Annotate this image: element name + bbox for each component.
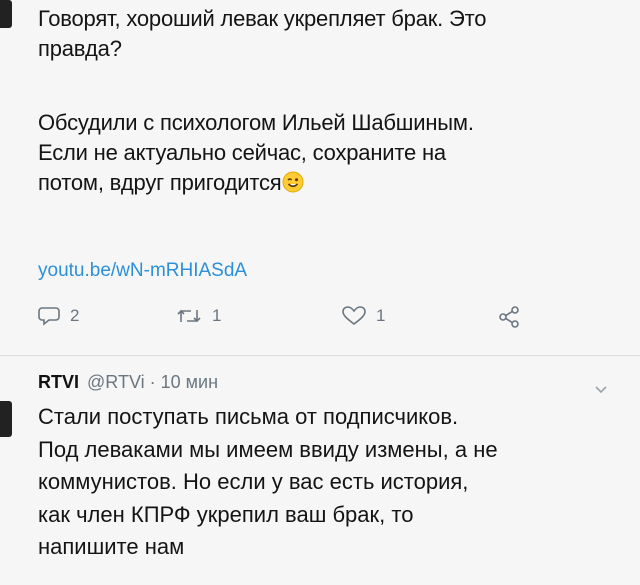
reply-avatar[interactable] — [0, 401, 12, 437]
tweet-line: правда? — [38, 36, 122, 61]
divider — [0, 355, 640, 356]
chevron-down-icon[interactable] — [594, 382, 608, 400]
tweet-line: Говорят, хороший левак укрепляет брак. Э… — [38, 6, 487, 31]
tweet-text: Говорят, хороший левак укрепляет брак. Э… — [38, 4, 486, 64]
reply-count: 2 — [70, 306, 80, 325]
reply-line: напишите нам — [38, 534, 185, 559]
retweet-icon — [176, 306, 202, 326]
reply-tweet-header: RTVI @RTVi · 10 мин — [38, 372, 218, 393]
author-name[interactable]: RTVI — [38, 372, 79, 393]
tweet-line: потом, вдруг пригодится — [38, 168, 474, 201]
like-count: 1 — [376, 306, 386, 325]
tweet-actions: 2 1 1 — [38, 306, 598, 336]
reply-line: как член КПРФ укрепил ваш брак, то — [38, 501, 414, 527]
heart-icon — [342, 306, 366, 326]
wink-emoji-icon — [282, 171, 304, 201]
retweet-button[interactable]: 1 — [176, 306, 221, 326]
tweet-line: Обсудили с психологом Ильей Шабшиным. — [38, 110, 474, 135]
reply-tweet-text: Стали поступать письма от подписчиков. П… — [38, 401, 633, 564]
video-link[interactable]: youtu.be/wN-mRHIASdA — [38, 260, 247, 282]
tweet-text-body: Обсудили с психологом Ильей Шабшиным. Ес… — [38, 108, 474, 201]
retweet-count: 1 — [212, 306, 222, 325]
avatar[interactable] — [0, 0, 12, 28]
tweet-line: Если не актуально сейчас, сохраните на — [38, 140, 446, 165]
author-handle-and-time[interactable]: @RTVi · 10 мин — [87, 372, 218, 393]
like-button[interactable]: 1 — [342, 306, 385, 326]
reply-button[interactable]: 2 — [38, 306, 79, 326]
reply-icon — [38, 306, 60, 326]
share-button[interactable] — [498, 306, 520, 328]
share-icon — [498, 306, 520, 328]
tweet-line-text: потом, вдруг пригодится — [38, 170, 282, 195]
reply-line: Под леваками мы имеем ввиду измены, а не — [38, 436, 498, 462]
reply-line: Стали поступать письма от подписчиков. — [38, 404, 459, 429]
reply-line: коммунистов. Но если у вас есть история, — [38, 469, 469, 494]
